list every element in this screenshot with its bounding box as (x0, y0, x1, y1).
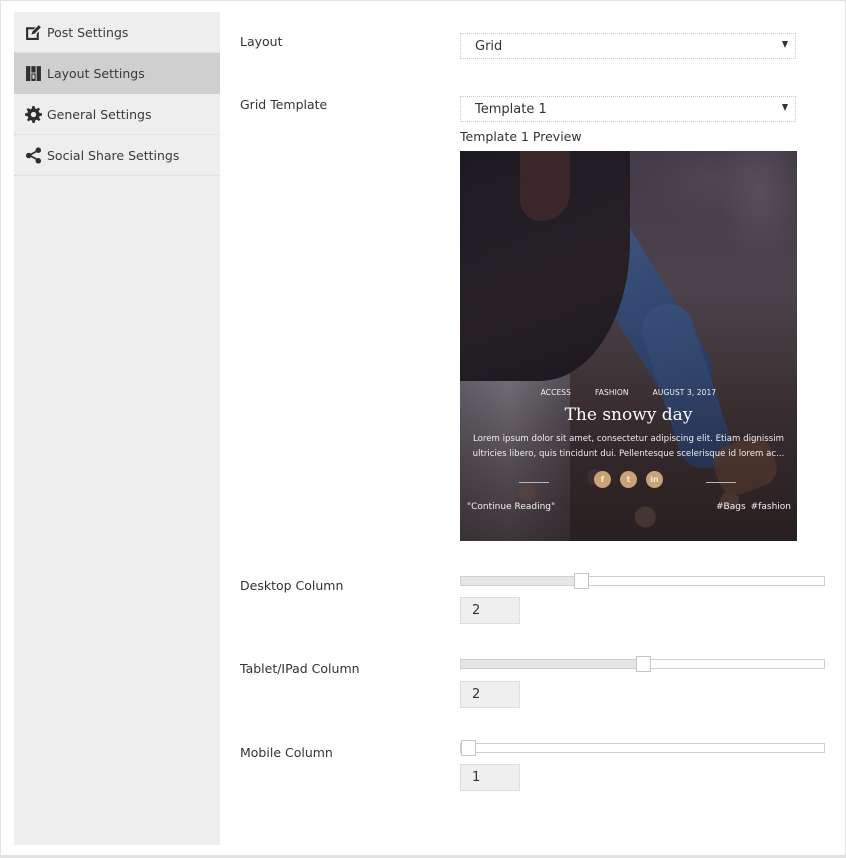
sidebar-item-label: Layout Settings (47, 65, 145, 81)
mobile-column-label: Mobile Column (240, 745, 333, 760)
grid-template-select-value: Template 1 (475, 101, 547, 117)
sidebar-item-social-share-settings[interactable]: Social Share Settings (14, 135, 220, 176)
sidebar-item-general-settings[interactable]: General Settings (14, 94, 220, 135)
template-preview-caption: Template 1 Preview (460, 129, 582, 144)
layout-label: Layout (240, 34, 283, 49)
sidebar-item-label: General Settings (47, 106, 152, 122)
share-icon (25, 146, 42, 164)
slider-handle[interactable] (573, 573, 589, 589)
desktop-column-input[interactable]: 2 (460, 597, 520, 624)
settings-panel: Post Settings Layout Settings General Se… (0, 0, 846, 858)
preview-category: ACCESS (540, 388, 572, 397)
sidebar-item-label: Post Settings (47, 24, 129, 40)
layout-select-value: Grid (475, 38, 503, 54)
preview-tags: #Bags #fashion (716, 502, 791, 512)
chevron-down-icon (782, 41, 788, 48)
mobile-column-slider[interactable] (460, 740, 825, 756)
preview-post-excerpt: Lorem ipsum dolor sit amet, consectetur … (472, 434, 785, 459)
chevron-down-icon (782, 104, 788, 111)
gear-icon (25, 105, 42, 123)
tablet-column-input[interactable]: 2 (460, 681, 520, 708)
sidebar-item-layout-settings[interactable]: Layout Settings (14, 53, 220, 94)
desktop-column-label: Desktop Column (240, 578, 344, 593)
twitter-icon: t (620, 471, 637, 488)
grid-template-select[interactable]: Template 1 (460, 96, 796, 122)
sidebar-item-post-settings[interactable]: Post Settings (14, 12, 220, 53)
facebook-icon: f (594, 471, 611, 488)
tablet-column-slider[interactable] (460, 656, 825, 672)
slider-fill (461, 577, 581, 585)
preview-category: FASHION (595, 388, 629, 397)
slider-handle[interactable] (461, 740, 476, 756)
linkedin-icon: in (646, 471, 663, 488)
grid-template-label: Grid Template (240, 97, 328, 112)
preview-post-title: The snowy day (564, 405, 693, 425)
preview-tag: #Bags (716, 502, 746, 512)
edit-icon (25, 24, 42, 41)
preview-post-meta: ACCESS FASHION AUGUST 3, 2017 (460, 388, 797, 397)
preview-date: AUGUST 3, 2017 (652, 388, 717, 397)
layout-select[interactable]: Grid (460, 33, 796, 59)
slider-fill (461, 660, 643, 668)
mobile-column-input[interactable]: 1 (460, 764, 520, 791)
preview-continue-reading: "Continue Reading" (467, 502, 556, 512)
tablet-column-label: Tablet/IPad Column (240, 661, 360, 676)
layout-icon (25, 65, 42, 82)
preview-tag: #fashion (750, 502, 791, 512)
preview-social-icons: f t in (460, 471, 797, 488)
desktop-column-slider[interactable] (460, 573, 825, 589)
sidebar-item-label: Social Share Settings (47, 147, 180, 163)
sidebar: Post Settings Layout Settings General Se… (14, 12, 220, 845)
slider-handle[interactable] (635, 656, 651, 672)
template-preview-image: ACCESS FASHION AUGUST 3, 2017 The snowy … (460, 151, 797, 541)
